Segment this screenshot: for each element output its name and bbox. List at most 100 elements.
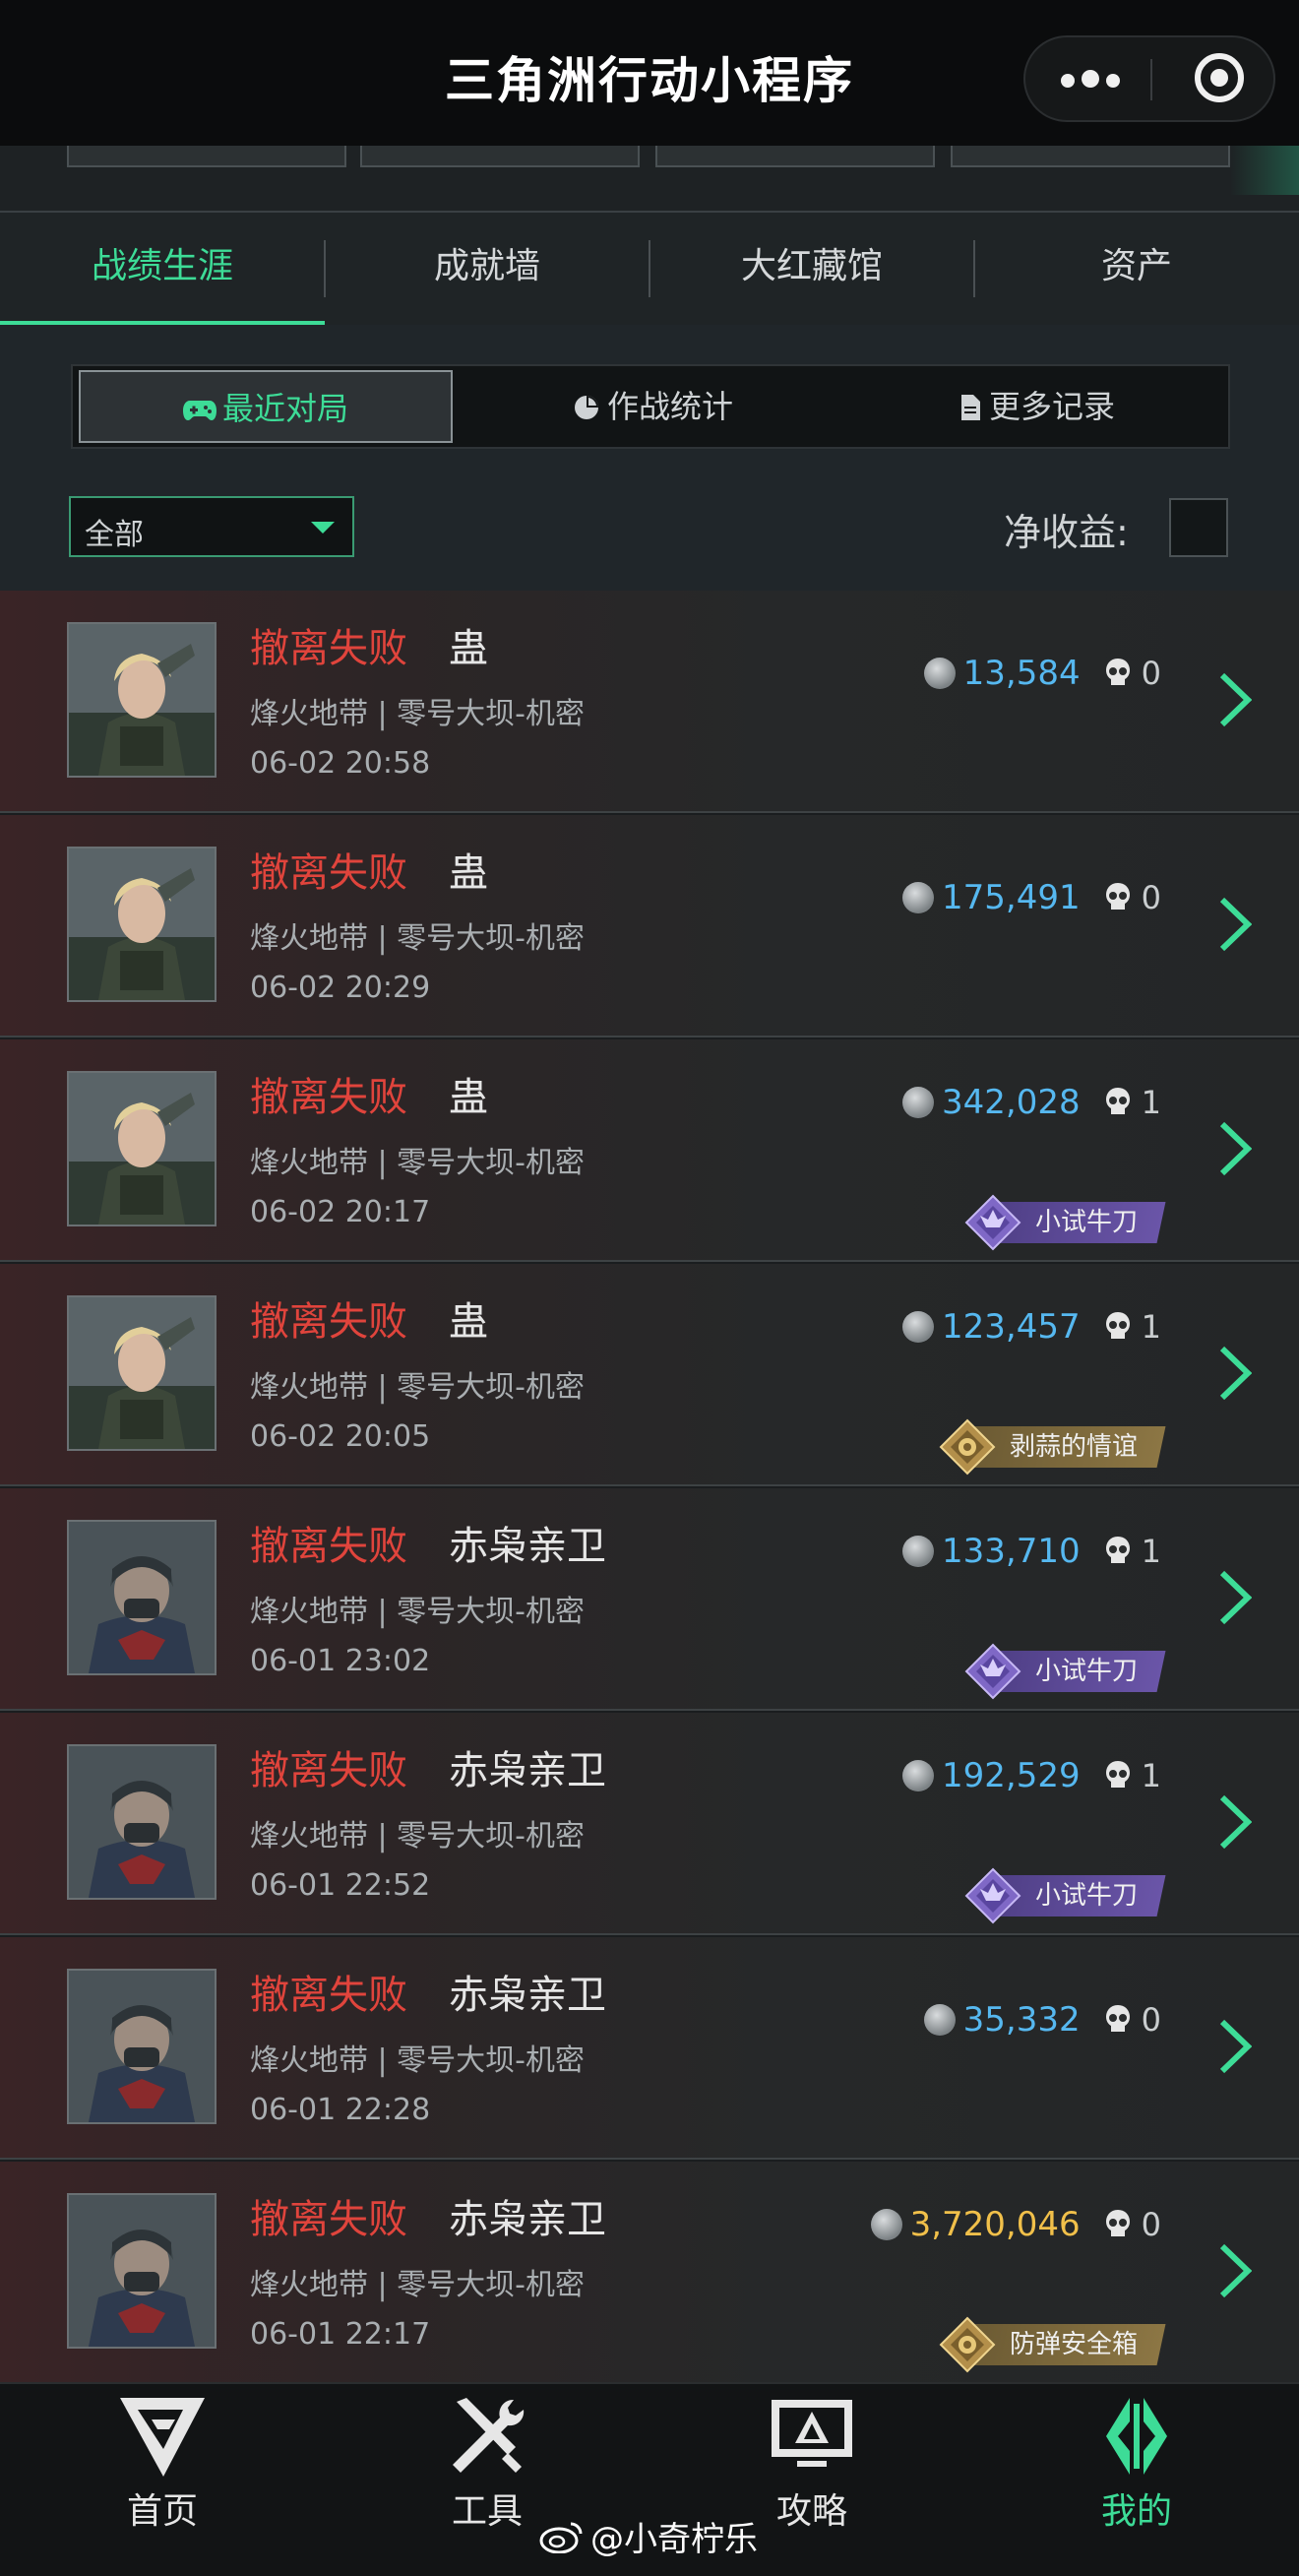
skull-icon xyxy=(1105,2210,1130,2236)
kill-count: 0 xyxy=(1141,2001,1161,2039)
chevron-right-icon[interactable] xyxy=(1218,1345,1252,1402)
operator-name: 蛊 xyxy=(449,1299,488,1345)
segment-recent-matches[interactable]: 最近对局 xyxy=(79,370,453,443)
achievement-label: 剥蒜的情谊 xyxy=(1009,1432,1138,1462)
match-map: 烽火地带 | 零号大坝-机密 xyxy=(250,2043,586,2078)
match-time: 06-02 20:58 xyxy=(250,746,431,781)
match-row[interactable]: 撤离失败蛊烽火地带 | 零号大坝-机密 06-02 20:17 342,028 1 小试… xyxy=(0,1039,1299,1262)
match-row[interactable]: 撤离失败蛊烽火地带 | 零号大坝-机密 06-02 20:58 13,584 0 xyxy=(0,591,1299,813)
match-row[interactable]: 撤离失败 赤枭亲卫 烽火地带 | 零号大坝-机密 06-01 22:28 35,332 0 xyxy=(0,1937,1299,2160)
segment-combat-stats[interactable]: 作战统计 xyxy=(466,366,840,447)
achievement-label: 小试牛刀 xyxy=(1034,1208,1138,1237)
achievement-label: 小试牛刀 xyxy=(1034,1657,1138,1686)
coin-icon xyxy=(870,2209,902,2240)
achievement-badge: 防弹安全箱 xyxy=(939,2316,1166,2373)
kill-count: 0 xyxy=(1141,879,1161,916)
match-list: 撤离失败蛊烽火地带 | 零号大坝-机密 06-02 20:58 13,584 0 撤离失… xyxy=(0,591,1299,2384)
match-time: 06-01 22:52 xyxy=(250,1868,431,1903)
operator-name: 赤枭亲卫 xyxy=(449,1973,606,2018)
weibo-icon xyxy=(539,2522,583,2553)
guide-icon xyxy=(772,2400,852,2467)
record-segment-control: 最近对局 作战统计 更多记录 xyxy=(71,364,1230,449)
match-value: 133,710 1 xyxy=(902,1530,1161,1573)
kill-count: 0 xyxy=(1141,655,1161,692)
match-value: 175,491 0 xyxy=(902,876,1161,919)
match-value: 123,457 1 xyxy=(902,1305,1161,1349)
achievement-badge-icon xyxy=(939,2316,996,2373)
achievement-badge: 小试牛刀 xyxy=(964,1643,1166,1700)
operator-avatar xyxy=(67,1295,216,1451)
match-result: 撤离失败 xyxy=(250,1748,407,1793)
extract-value: 13,584 xyxy=(962,654,1081,693)
tools-icon xyxy=(453,2398,525,2473)
nav-home[interactable]: 首页 xyxy=(0,2394,325,2576)
filter-area: 最近对局 作战统计 更多记录 全部 净收益: xyxy=(0,325,1299,591)
operator-avatar xyxy=(67,2193,216,2349)
achievement-label: 防弹安全箱 xyxy=(1009,2330,1138,2359)
mode-filter-select[interactable]: 全部 xyxy=(69,496,354,557)
mode-filter-value: 全部 xyxy=(85,518,144,552)
pie-chart-icon xyxy=(574,396,598,419)
operator-avatar xyxy=(67,1520,216,1675)
match-row[interactable]: 撤离失败 赤枭亲卫 烽火地带 | 零号大坝-机密 06-01 22:17 3,720,0… xyxy=(0,2162,1299,2384)
match-row[interactable]: 撤离失败 赤枭亲卫 烽火地带 | 零号大坝-机密 06-01 23:02 133,710… xyxy=(0,1488,1299,1711)
close-mini-program-icon[interactable] xyxy=(1195,53,1244,102)
coin-icon xyxy=(902,1311,935,1343)
match-result: 撤离失败 xyxy=(250,850,407,896)
match-row[interactable]: 撤离失败 赤枭亲卫 烽火地带 | 零号大坝-机密 06-01 22:52 192,529… xyxy=(0,1713,1299,1935)
chevron-right-icon[interactable] xyxy=(1218,1120,1252,1177)
home-logo-icon xyxy=(120,2398,205,2477)
match-map: 烽火地带 | 零号大坝-机密 xyxy=(250,2268,586,2302)
more-options-icon[interactable] xyxy=(1061,67,1130,91)
chevron-right-icon[interactable] xyxy=(1218,1569,1252,1626)
skull-icon xyxy=(1105,1088,1130,1114)
scrolled-header-remnant xyxy=(0,146,1299,213)
gamepad-icon xyxy=(182,401,216,420)
skull-icon xyxy=(1105,2005,1130,2032)
chevron-right-icon[interactable] xyxy=(1218,1793,1252,1851)
segment-more-records[interactable]: 更多记录 xyxy=(850,366,1224,447)
skull-icon xyxy=(1105,1312,1130,1339)
chevron-right-icon[interactable] xyxy=(1218,671,1252,728)
tab-achievements[interactable]: 成就墙 xyxy=(325,213,650,325)
operator-avatar xyxy=(67,1071,216,1226)
achievement-badge-icon xyxy=(964,1194,1021,1251)
match-value: 342,028 1 xyxy=(902,1081,1161,1124)
kill-count: 1 xyxy=(1141,1084,1161,1121)
match-row[interactable]: 撤离失败蛊烽火地带 | 零号大坝-机密 06-02 20:05 123,457 1 剥蒜… xyxy=(0,1264,1299,1486)
extract-value: 123,457 xyxy=(942,1307,1081,1347)
kill-count: 1 xyxy=(1141,1533,1161,1570)
coin-icon xyxy=(902,1760,935,1791)
watermark: @小奇柠乐 xyxy=(539,2512,758,2560)
operator-name: 赤枭亲卫 xyxy=(449,1524,606,1569)
tab-assets[interactable]: 资产 xyxy=(974,213,1299,325)
net-profit-checkbox[interactable] xyxy=(1169,498,1228,557)
operator-name: 赤枭亲卫 xyxy=(449,2197,606,2242)
match-value: 3,720,046 0 xyxy=(870,2203,1161,2246)
chevron-right-icon[interactable] xyxy=(1218,2242,1252,2299)
nav-mine[interactable]: 我的 xyxy=(974,2394,1299,2576)
operator-avatar xyxy=(67,622,216,778)
tab-collection[interactable]: 大红藏馆 xyxy=(650,213,974,325)
kill-count: 0 xyxy=(1141,2206,1161,2243)
match-result: 撤离失败 xyxy=(250,1299,407,1345)
match-result: 撤离失败 xyxy=(250,1524,407,1569)
achievement-badge: 小试牛刀 xyxy=(964,1194,1166,1251)
match-result: 撤离失败 xyxy=(250,626,407,671)
match-value: 35,332 0 xyxy=(923,1998,1161,2042)
match-row[interactable]: 撤离失败蛊烽火地带 | 零号大坝-机密 06-02 20:29 175,491 0 xyxy=(0,815,1299,1037)
match-time: 06-02 20:17 xyxy=(250,1195,431,1229)
extract-value: 192,529 xyxy=(942,1756,1081,1795)
net-profit-label: 净收益: xyxy=(1004,511,1129,554)
chevron-right-icon[interactable] xyxy=(1218,896,1252,953)
tab-career[interactable]: 战绩生涯 xyxy=(0,213,325,325)
achievement-label: 小试牛刀 xyxy=(1034,1881,1138,1911)
operator-avatar xyxy=(67,1744,216,1900)
match-result: 撤离失败 xyxy=(250,1973,407,2018)
extract-value: 175,491 xyxy=(942,878,1081,917)
match-result: 撤离失败 xyxy=(250,2197,407,2242)
match-map: 烽火地带 | 零号大坝-机密 xyxy=(250,1370,586,1405)
skull-icon xyxy=(1105,1537,1130,1563)
match-time: 06-02 20:29 xyxy=(250,971,431,1005)
chevron-right-icon[interactable] xyxy=(1218,2018,1252,2075)
